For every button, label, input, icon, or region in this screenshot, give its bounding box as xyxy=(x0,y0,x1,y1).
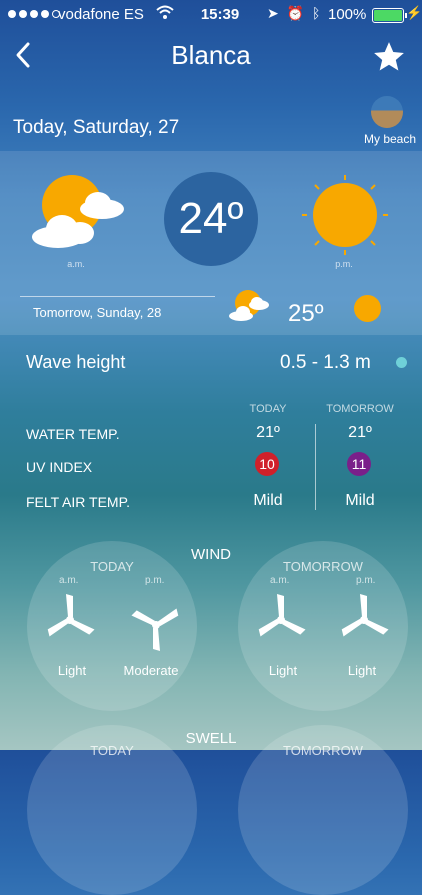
wind-tomorrow-am-value: Light xyxy=(268,663,298,678)
uv-index-today-badge: 10 xyxy=(255,452,279,476)
wind-turbine-icon xyxy=(131,608,179,651)
bluetooth-icon: ᛒ xyxy=(311,5,321,21)
wind-today-am-value: Light xyxy=(57,663,87,678)
wind-turbine-icon xyxy=(47,594,95,637)
felt-air-temp-today: Mild xyxy=(253,492,283,509)
current-temperature: 24º xyxy=(178,194,244,243)
wind-today-header: TODAY xyxy=(90,559,134,574)
alarm-icon: ⏰ xyxy=(286,5,305,21)
water-temp-today: 21º xyxy=(256,424,280,441)
partly-cloudy-icon xyxy=(32,175,124,248)
wind-today-pm-value: Moderate xyxy=(123,663,179,678)
today-column-header: TODAY xyxy=(249,403,287,415)
tomorrow-sun-icon xyxy=(354,295,381,322)
wind-tomorrow-pm-label: p.m. xyxy=(356,575,376,586)
status-time: 15:39 xyxy=(200,6,240,23)
wifi-icon xyxy=(156,5,174,19)
wind-tomorrow-header: TOMORROW xyxy=(283,559,363,574)
water-temp-label: WATER TEMP. xyxy=(26,426,120,442)
column-divider xyxy=(315,424,316,510)
star-icon xyxy=(374,42,404,71)
uv-index-tomorrow-badge: 11 xyxy=(347,452,371,476)
sun-icon xyxy=(302,175,388,255)
am-label: a.m. xyxy=(67,259,85,269)
wave-height-value: 0.5 - 1.3 m xyxy=(280,352,371,373)
water-temp-tomorrow: 21º xyxy=(348,424,372,441)
felt-air-temp-label: FELT AIR TEMP. xyxy=(26,494,131,510)
swell-tomorrow-header: TOMORROW xyxy=(283,743,363,758)
wind-today-pm-label: p.m. xyxy=(145,575,165,586)
status-bar: vodafone ES 15:39 ➤ ⏰ ᛒ 100% ⚡ xyxy=(0,0,422,30)
tomorrow-temperature: 25º xyxy=(288,300,324,327)
my-beach-avatar[interactable] xyxy=(371,96,403,128)
wind-turbine-icon xyxy=(341,594,389,637)
my-beach-label[interactable]: My beach xyxy=(358,132,422,146)
wind-turbine-icon xyxy=(258,594,306,637)
wind-tomorrow-pm-value: Light xyxy=(347,663,377,678)
battery-icon xyxy=(372,8,407,23)
swell-today-header: TODAY xyxy=(90,743,134,758)
battery-percentage: 100% xyxy=(328,6,367,23)
status-icons: ➤ ⏰ ᛒ xyxy=(267,5,320,22)
signal-strength-icon xyxy=(8,10,60,18)
uv-index-label: UV INDEX xyxy=(26,459,93,475)
felt-air-temp-tomorrow: Mild xyxy=(345,492,375,509)
wind-tomorrow-am-label: a.m. xyxy=(270,575,290,586)
today-date: Today, Saturday, 27 xyxy=(13,117,180,138)
wave-height-label: Wave height xyxy=(26,352,126,372)
page-title: Blanca xyxy=(171,40,251,70)
pm-label: p.m. xyxy=(335,259,353,269)
tomorrow-column-header: TOMORROW xyxy=(326,403,394,415)
wave-indicator-dot xyxy=(396,357,407,368)
favorite-button[interactable] xyxy=(372,40,406,74)
divider xyxy=(20,296,215,297)
wind-today-am-label: a.m. xyxy=(59,575,79,586)
location-arrow-icon: ➤ xyxy=(267,5,279,21)
tomorrow-date: Tomorrow, Sunday, 28 xyxy=(33,305,162,320)
tomorrow-partly-cloudy-icon xyxy=(229,290,269,321)
carrier-name: vodafone ES xyxy=(58,6,144,23)
charging-icon: ⚡ xyxy=(406,5,422,20)
